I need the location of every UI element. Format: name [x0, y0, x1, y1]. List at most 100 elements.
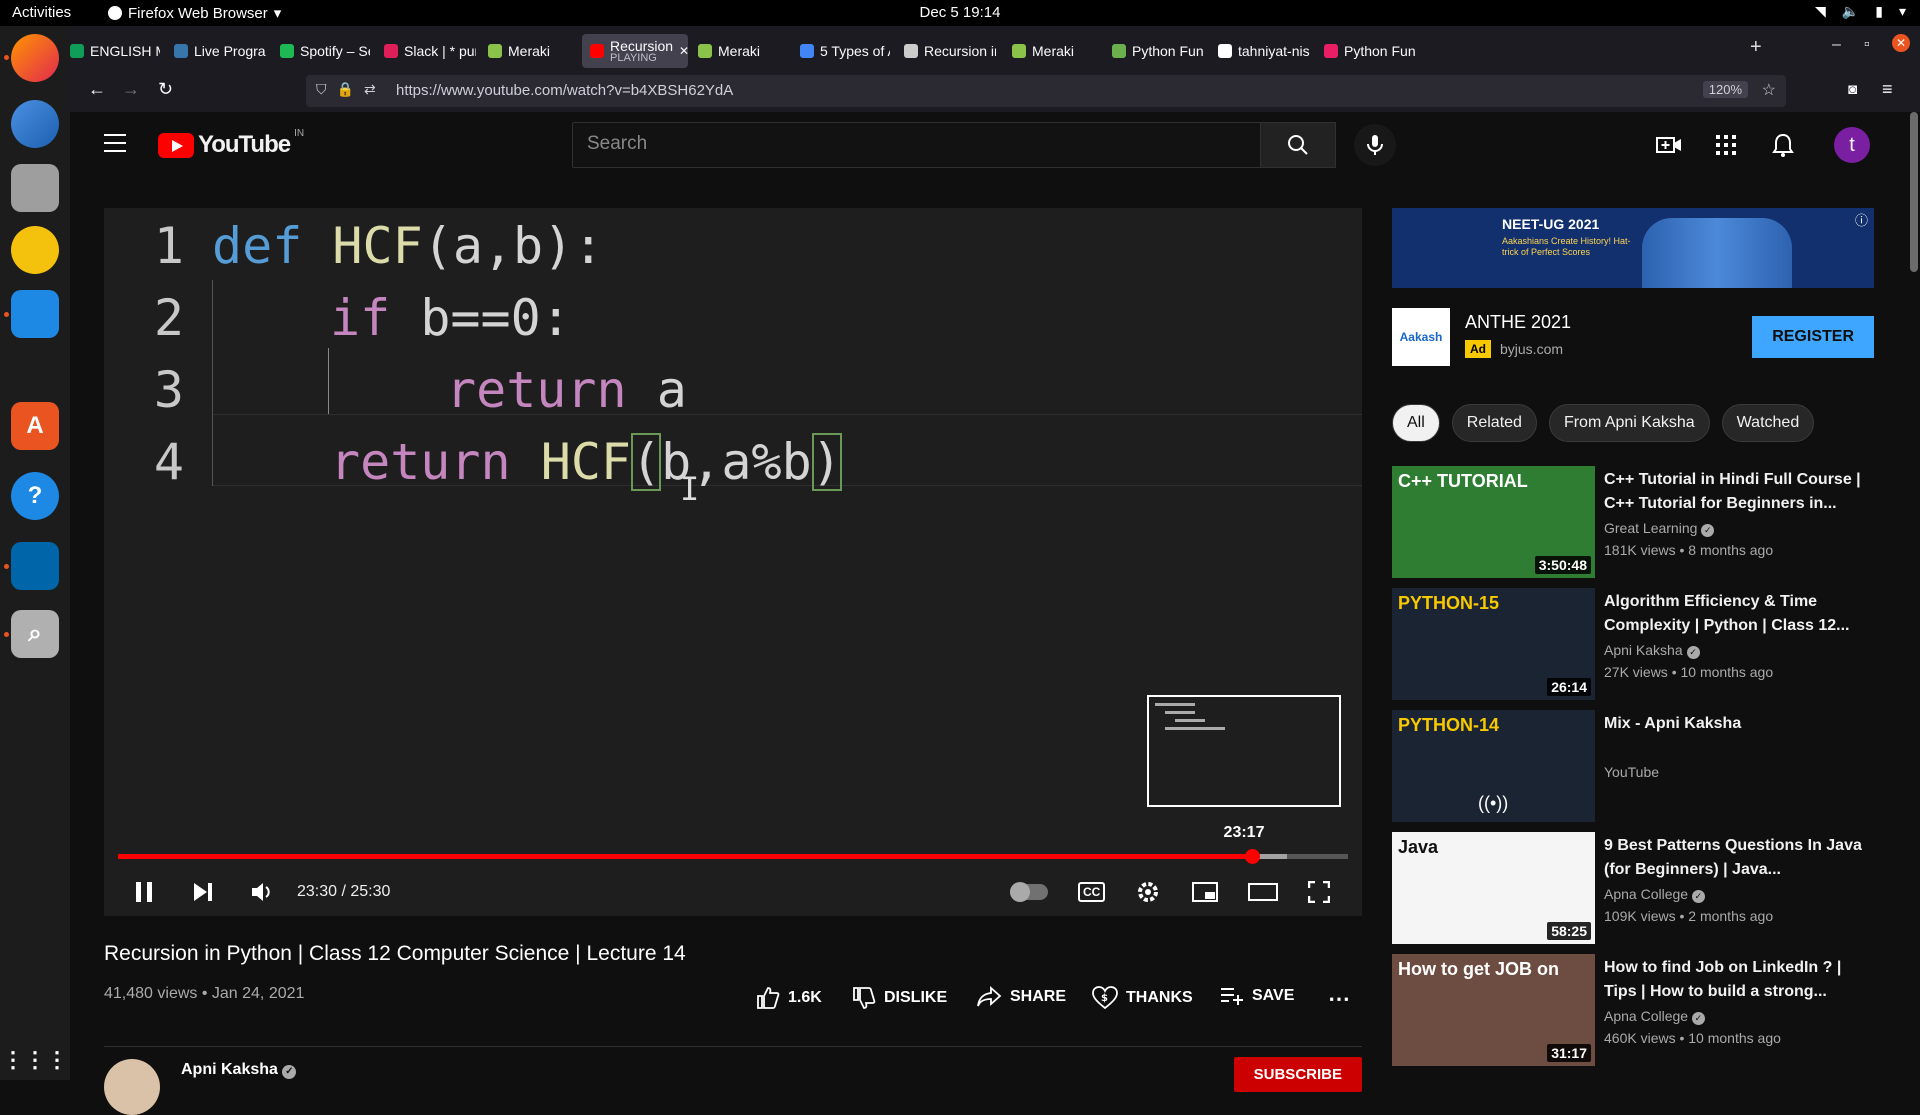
video-player[interactable]: 1 def HCF(a,b): 2 if b==0: 3 return a 4 …: [104, 208, 1362, 916]
notifications-bell-icon[interactable]: [1770, 132, 1796, 158]
forward-icon[interactable]: →: [122, 79, 140, 100]
app-menu[interactable]: Firefox Web Browser ▾: [108, 4, 281, 22]
video-thumbnail[interactable]: C++ TUTORIAL 3:50:48: [1392, 466, 1595, 578]
save-button[interactable]: SAVE: [1220, 986, 1294, 1006]
browser-tab[interactable]: Python Func: [1104, 36, 1204, 66]
minimize-button[interactable]: –: [1832, 36, 1841, 54]
lock-icon[interactable]: 🔒: [337, 81, 354, 98]
recommendation-title[interactable]: Algorithm Efficiency & Time Complexity |…: [1604, 590, 1872, 638]
close-window-button[interactable]: ✕: [1892, 34, 1910, 52]
chip-watched[interactable]: Watched: [1721, 404, 1815, 442]
recommendation-item[interactable]: C++ TUTORIAL 3:50:48 C++ Tutorial in Hindi…: [1392, 466, 1874, 578]
recommendation-channel[interactable]: Great Learning ✓: [1604, 520, 1715, 537]
pause-button[interactable]: [134, 876, 154, 908]
recommendation-channel[interactable]: Apna College ✓: [1604, 1008, 1705, 1025]
show-apps-icon[interactable]: ⋮⋮⋮: [2, 1036, 68, 1084]
channel-avatar[interactable]: [104, 1059, 160, 1115]
volume-button[interactable]: [250, 876, 274, 908]
thanks-button[interactable]: $ THANKS: [1092, 986, 1193, 1010]
fullscreen-button[interactable]: [1308, 876, 1330, 908]
shield-icon[interactable]: ⛉: [316, 81, 327, 98]
browser-tab[interactable]: Meraki: [480, 36, 576, 66]
new-tab-button[interactable]: +: [1750, 36, 1762, 59]
progress-bar[interactable]: [118, 849, 1348, 864]
hamburger-menu-icon[interactable]: [104, 134, 126, 152]
scrubber-handle[interactable]: [1244, 849, 1260, 864]
recommendation-title[interactable]: 9 Best Patterns Questions In Java (for B…: [1604, 834, 1872, 882]
theater-mode-button[interactable]: [1248, 876, 1278, 908]
recommendation-channel[interactable]: Apni Kaksha ✓: [1604, 642, 1700, 659]
voice-search-button[interactable]: [1354, 124, 1396, 166]
browser-tab[interactable]: Python Func: [1316, 36, 1416, 66]
dislike-button[interactable]: DISLIKE: [852, 986, 947, 1010]
browser-tab[interactable]: ENGLISH ME: [62, 36, 160, 66]
url-bar[interactable]: ⛉ 🔒 ⇄ https://www.youtube.com/watch?v=b4…: [306, 75, 1786, 107]
menu-icon[interactable]: ≡: [1882, 79, 1893, 100]
recommendation-channel[interactable]: Apna College ✓: [1604, 886, 1705, 903]
browser-tab[interactable]: 5 Types of A: [792, 36, 890, 66]
channel-name[interactable]: Apni Kaksha ✓: [181, 1061, 297, 1079]
search-button[interactable]: [1260, 122, 1336, 168]
settings-button[interactable]: [1136, 876, 1160, 908]
video-thumbnail[interactable]: PYTHON-15 26:14: [1392, 588, 1595, 700]
browser-tab[interactable]: Live Program: [166, 36, 266, 66]
apps-grid-icon[interactable]: [1713, 132, 1739, 158]
bookmark-star-icon[interactable]: ☆: [1762, 80, 1776, 100]
search-tool-icon[interactable]: ⌕: [11, 610, 59, 658]
system-tray[interactable]: ◥ 🔈 ▮ ▾: [1815, 3, 1906, 20]
help-icon[interactable]: ?: [11, 472, 59, 520]
browser-tab[interactable]: Spotify – Sea: [272, 36, 370, 66]
back-icon[interactable]: ←: [88, 79, 106, 100]
recommendation-item[interactable]: Java 58:25 9 Best Patterns Questions In Ja…: [1392, 832, 1874, 944]
account-avatar[interactable]: t: [1834, 127, 1870, 163]
recommendation-title[interactable]: How to find Job on LinkedIn ? | Tips | H…: [1604, 956, 1872, 1004]
vscode-launcher-icon[interactable]: [11, 542, 59, 590]
pocket-icon[interactable]: ◙: [1848, 81, 1857, 98]
writer-launcher-icon[interactable]: [11, 290, 59, 338]
like-button[interactable]: 1.6K: [756, 986, 822, 1010]
chip-related[interactable]: Related: [1451, 404, 1537, 442]
video-thumbnail[interactable]: Java 58:25: [1392, 832, 1595, 944]
rhythmbox-launcher-icon[interactable]: [11, 226, 59, 274]
recommendation-channel[interactable]: YouTube: [1604, 764, 1659, 780]
thunderbird-launcher-icon[interactable]: [11, 100, 59, 148]
browser-tab[interactable]: Recursion in: [896, 36, 996, 66]
search-input[interactable]: [573, 123, 1261, 165]
subscribe-button[interactable]: SUBSCRIBE: [1233, 1057, 1362, 1092]
autoplay-toggle[interactable]: [1010, 876, 1048, 908]
browser-tab[interactable]: Meraki: [690, 36, 786, 66]
maximize-button[interactable]: ▫: [1864, 36, 1870, 54]
reload-icon[interactable]: ↻: [158, 79, 173, 100]
next-button[interactable]: [192, 876, 214, 908]
create-video-icon[interactable]: [1656, 132, 1682, 158]
files-launcher-icon[interactable]: [11, 164, 59, 212]
recommendation-title[interactable]: Mix - Apni Kaksha: [1604, 712, 1872, 736]
browser-tab[interactable]: Slack | * pun: [376, 36, 476, 66]
captions-button[interactable]: CC: [1078, 876, 1106, 908]
browser-tab[interactable]: Meraki: [1004, 36, 1098, 66]
advertiser-logo[interactable]: Aakash: [1392, 308, 1450, 366]
recommendation-item[interactable]: PYTHON-15 26:14 Algorithm Efficiency & Tim…: [1392, 588, 1874, 700]
activities-button[interactable]: Activities: [12, 4, 71, 21]
software-center-icon[interactable]: A: [11, 402, 59, 450]
ad-title[interactable]: ANTHE 2021: [1465, 312, 1571, 333]
youtube-logo[interactable]: YouTube IN: [158, 128, 304, 159]
ad-banner[interactable]: NEET-UG 2021 Aakashians Create History! …: [1392, 208, 1874, 288]
ad-info-icon[interactable]: ⓘ: [1855, 210, 1868, 229]
more-actions-button[interactable]: ⋯: [1328, 986, 1350, 1012]
browser-tab[interactable]: tahniyat-nisa: [1210, 36, 1310, 66]
miniplayer-button[interactable]: [1192, 876, 1218, 908]
page-scrollbar[interactable]: [1910, 112, 1918, 272]
chip-from-channel[interactable]: From Apni Kaksha: [1548, 404, 1710, 442]
firefox-launcher-icon[interactable]: [11, 34, 59, 82]
zoom-level-button[interactable]: 120%: [1702, 81, 1748, 98]
recommendation-title[interactable]: C++ Tutorial in Hindi Full Course | C++ …: [1604, 468, 1872, 516]
close-tab-icon[interactable]: ✕: [679, 44, 688, 58]
video-thumbnail[interactable]: How to get JOB on 31:17: [1392, 954, 1595, 1066]
recommendation-item[interactable]: PYTHON-14 ((•)) Mix - Apni Kaksha YouTube: [1392, 710, 1874, 822]
browser-tab[interactable]: Recursion PLAYING ✕: [582, 34, 688, 68]
recommendation-item[interactable]: How to get JOB on 31:17 How to find Job on…: [1392, 954, 1874, 1066]
video-thumbnail[interactable]: PYTHON-14 ((•)): [1392, 710, 1595, 822]
permissions-icon[interactable]: ⇄: [364, 81, 376, 98]
chip-all[interactable]: All: [1392, 404, 1440, 442]
